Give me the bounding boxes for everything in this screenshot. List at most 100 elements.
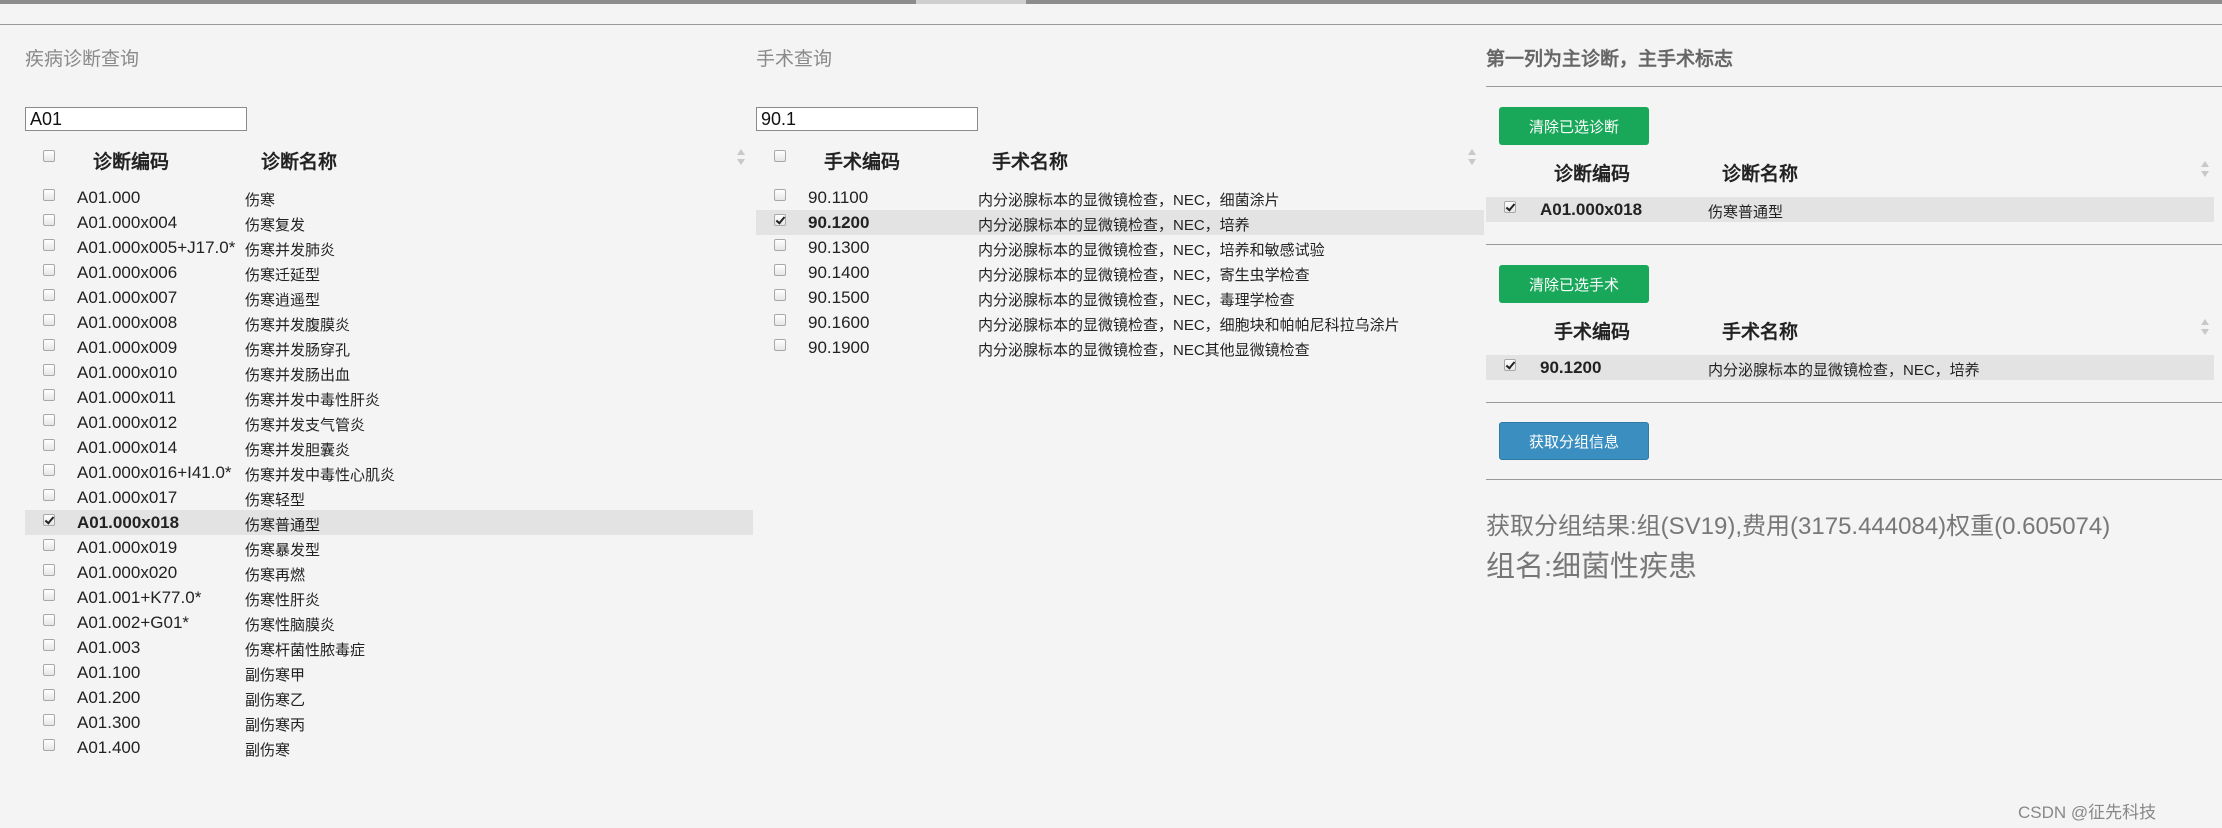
diagnosis-row-checkbox[interactable] <box>43 264 55 276</box>
get-group-info-button[interactable]: 获取分组信息 <box>1499 422 1649 460</box>
diagnosis-row-checkbox[interactable] <box>43 189 55 201</box>
diagnosis-row-checkbox[interactable] <box>43 714 55 726</box>
surgery-table-row[interactable]: 90.1200 内分泌腺标本的显微镜检查，NEC，培养 <box>756 210 1484 235</box>
selected-surgery-name: 内分泌腺标本的显微镜检查，NEC，培养 <box>1708 362 1980 379</box>
selected-diagnosis-name-header[interactable]: 诊断名称 <box>1722 159 1798 186</box>
surgery-search-input[interactable] <box>756 107 978 131</box>
group-name-line: 组名:细菌性疾患 <box>1486 551 1698 583</box>
diagnosis-name-cell: 伤寒杆菌性脓毒症 <box>245 642 366 659</box>
diagnosis-row-checkbox[interactable] <box>43 514 55 526</box>
top-divider <box>0 24 2222 25</box>
surgery-row-checkbox[interactable] <box>774 264 786 276</box>
diagnosis-table-row[interactable]: A01.100 副伤寒甲 <box>25 660 753 685</box>
diagnosis-table-row[interactable]: A01.200 副伤寒乙 <box>25 685 753 710</box>
surgery-row-checkbox[interactable] <box>774 339 786 351</box>
diagnosis-row-checkbox[interactable] <box>43 214 55 226</box>
diagnosis-row-checkbox[interactable] <box>43 239 55 251</box>
diagnosis-row-checkbox[interactable] <box>43 364 55 376</box>
diagnosis-table-row[interactable]: A01.000x012 伤寒并发支气管炎 <box>25 410 753 435</box>
diagnosis-table-row[interactable]: A01.000x017 伤寒轻型 <box>25 485 753 510</box>
diagnosis-code-cell: A01.000x005+J17.0* <box>77 238 236 257</box>
diagnosis-row-checkbox[interactable] <box>43 414 55 426</box>
surgery-table-row[interactable]: 90.1900 内分泌腺标本的显微镜检查，NEC其他显微镜检查 <box>756 335 1484 360</box>
surgery-table-row[interactable]: 90.1300 内分泌腺标本的显微镜检查，NEC，培养和敏感试验 <box>756 235 1484 260</box>
surgery-table-row[interactable]: 90.1400 内分泌腺标本的显微镜检查，NEC，寄生虫学检查 <box>756 260 1484 285</box>
diagnosis-code-header[interactable]: 诊断编码 <box>93 147 169 174</box>
diagnosis-row-checkbox[interactable] <box>43 664 55 676</box>
diagnosis-table-row[interactable]: A01.000 伤寒 <box>25 185 753 210</box>
diagnosis-table-row[interactable]: A01.000x007 伤寒逍遥型 <box>25 285 753 310</box>
diagnosis-row-checkbox[interactable] <box>43 564 55 576</box>
selected-surgery-code-header[interactable]: 手术编码 <box>1554 317 1630 344</box>
diagnosis-row-checkbox[interactable] <box>43 539 55 551</box>
selected-diagnosis-checkbox[interactable] <box>1504 201 1516 213</box>
clear-diagnosis-button[interactable]: 清除已选诊断 <box>1499 107 1649 145</box>
surgery-row-checkbox[interactable] <box>774 214 786 226</box>
diagnosis-code-cell: A01.000 <box>77 188 141 207</box>
diagnosis-select-all-checkbox[interactable] <box>43 150 55 162</box>
diagnosis-row-checkbox[interactable] <box>43 689 55 701</box>
diagnosis-row-checkbox[interactable] <box>43 464 55 476</box>
diagnosis-search-input[interactable] <box>25 107 247 131</box>
surgery-code-header[interactable]: 手术编码 <box>824 147 900 174</box>
surgery-code-cell: 90.1500 <box>808 288 870 307</box>
diagnosis-table-row[interactable]: A01.000x006 伤寒迁延型 <box>25 260 753 285</box>
diagnosis-row-checkbox[interactable] <box>43 614 55 626</box>
diagnosis-row-checkbox[interactable] <box>43 289 55 301</box>
diagnosis-row-checkbox[interactable] <box>43 489 55 501</box>
diagnosis-name-cell: 伤寒并发中毒性肝炎 <box>245 392 381 409</box>
surgery-row-checkbox[interactable] <box>774 314 786 326</box>
surgery-name-header[interactable]: 手术名称 <box>992 147 1068 174</box>
group-result-line: 获取分组结果:组(SV19),费用(3175.444084)权重(0.60507… <box>1486 513 2111 540</box>
diagnosis-table-row[interactable]: A01.000x005+J17.0* 伤寒并发肺炎 <box>25 235 753 260</box>
diagnosis-table-row[interactable]: A01.000x010 伤寒并发肠出血 <box>25 360 753 385</box>
diagnosis-code-cell: A01.100 <box>77 663 141 682</box>
surgery-row-checkbox[interactable] <box>774 239 786 251</box>
diagnosis-table-row[interactable]: A01.300 副伤寒丙 <box>25 710 753 735</box>
diagnosis-table-row[interactable]: A01.000x009 伤寒并发肠穿孔 <box>25 335 753 360</box>
diagnosis-section-title: 疾病诊断查询 <box>25 49 140 70</box>
diagnosis-table-row[interactable]: A01.000x016+I41.0* 伤寒并发中毒性心肌炎 <box>25 460 753 485</box>
diagnosis-name-header[interactable]: 诊断名称 <box>261 147 337 174</box>
selected-surgery-name-header[interactable]: 手术名称 <box>1722 317 1798 344</box>
surgery-name-cell: 内分泌腺标本的显微镜检查，NEC其他显微镜检查 <box>978 342 1310 359</box>
diagnosis-row-checkbox[interactable] <box>43 439 55 451</box>
surgery-row-checkbox[interactable] <box>774 189 786 201</box>
diagnosis-name-cell: 伤寒并发支气管炎 <box>245 417 366 434</box>
diagnosis-row-checkbox[interactable] <box>43 589 55 601</box>
diagnosis-row-checkbox[interactable] <box>43 314 55 326</box>
diagnosis-row-checkbox[interactable] <box>43 739 55 751</box>
diagnosis-row-checkbox[interactable] <box>43 389 55 401</box>
diagnosis-table-row[interactable]: A01.000x008 伤寒并发腹膜炎 <box>25 310 753 335</box>
diagnosis-table-row[interactable]: A01.000x011 伤寒并发中毒性肝炎 <box>25 385 753 410</box>
surgery-name-cell: 内分泌腺标本的显微镜检查，NEC，毒理学检查 <box>978 292 1295 309</box>
surgery-table-row[interactable]: 90.1600 内分泌腺标本的显微镜检查，NEC，细胞块和帕帕尼科拉乌涂片 <box>756 310 1484 335</box>
diagnosis-table-row[interactable]: A01.400 副伤寒 <box>25 735 753 760</box>
diagnosis-name-cell: 伤寒性脑膜炎 <box>245 617 336 634</box>
surgery-select-all-checkbox[interactable] <box>774 150 786 162</box>
diagnosis-table-row[interactable]: A01.003 伤寒杆菌性脓毒症 <box>25 635 753 660</box>
surgery-table-row[interactable]: 90.1100 内分泌腺标本的显微镜检查，NEC，细菌涂片 <box>756 185 1484 210</box>
sort-icon[interactable] <box>1467 149 1477 167</box>
surgery-table-row[interactable]: 90.1500 内分泌腺标本的显微镜检查，NEC，毒理学检查 <box>756 285 1484 310</box>
diagnosis-code-cell: A01.400 <box>77 738 141 757</box>
diagnosis-table-row[interactable]: A01.002+G01* 伤寒性脑膜炎 <box>25 610 753 635</box>
diagnosis-table-row[interactable]: A01.000x020 伤寒再燃 <box>25 560 753 585</box>
diagnosis-table-row[interactable]: A01.000x004 伤寒复发 <box>25 210 753 235</box>
sort-icon[interactable] <box>2200 161 2210 179</box>
diagnosis-table-row[interactable]: A01.000x019 伤寒暴发型 <box>25 535 753 560</box>
selected-surgery-row[interactable]: 90.1200 内分泌腺标本的显微镜检查，NEC，培养 <box>1486 355 2214 380</box>
diagnosis-code-cell: A01.000x020 <box>77 563 178 582</box>
sort-icon[interactable] <box>2200 319 2210 337</box>
diagnosis-row-checkbox[interactable] <box>43 339 55 351</box>
selected-surgery-checkbox[interactable] <box>1504 359 1516 371</box>
surgery-row-checkbox[interactable] <box>774 289 786 301</box>
diagnosis-table-row[interactable]: A01.000x014 伤寒并发胆囊炎 <box>25 435 753 460</box>
diagnosis-row-checkbox[interactable] <box>43 639 55 651</box>
selected-diagnosis-code-header[interactable]: 诊断编码 <box>1554 159 1630 186</box>
diagnosis-table-row[interactable]: A01.000x018 伤寒普通型 <box>25 510 753 535</box>
clear-surgery-button[interactable]: 清除已选手术 <box>1499 265 1649 303</box>
selected-diagnosis-row[interactable]: A01.000x018 伤寒普通型 <box>1486 197 2214 222</box>
sort-icon[interactable] <box>736 149 746 167</box>
diagnosis-table-row[interactable]: A01.001+K77.0* 伤寒性肝炎 <box>25 585 753 610</box>
